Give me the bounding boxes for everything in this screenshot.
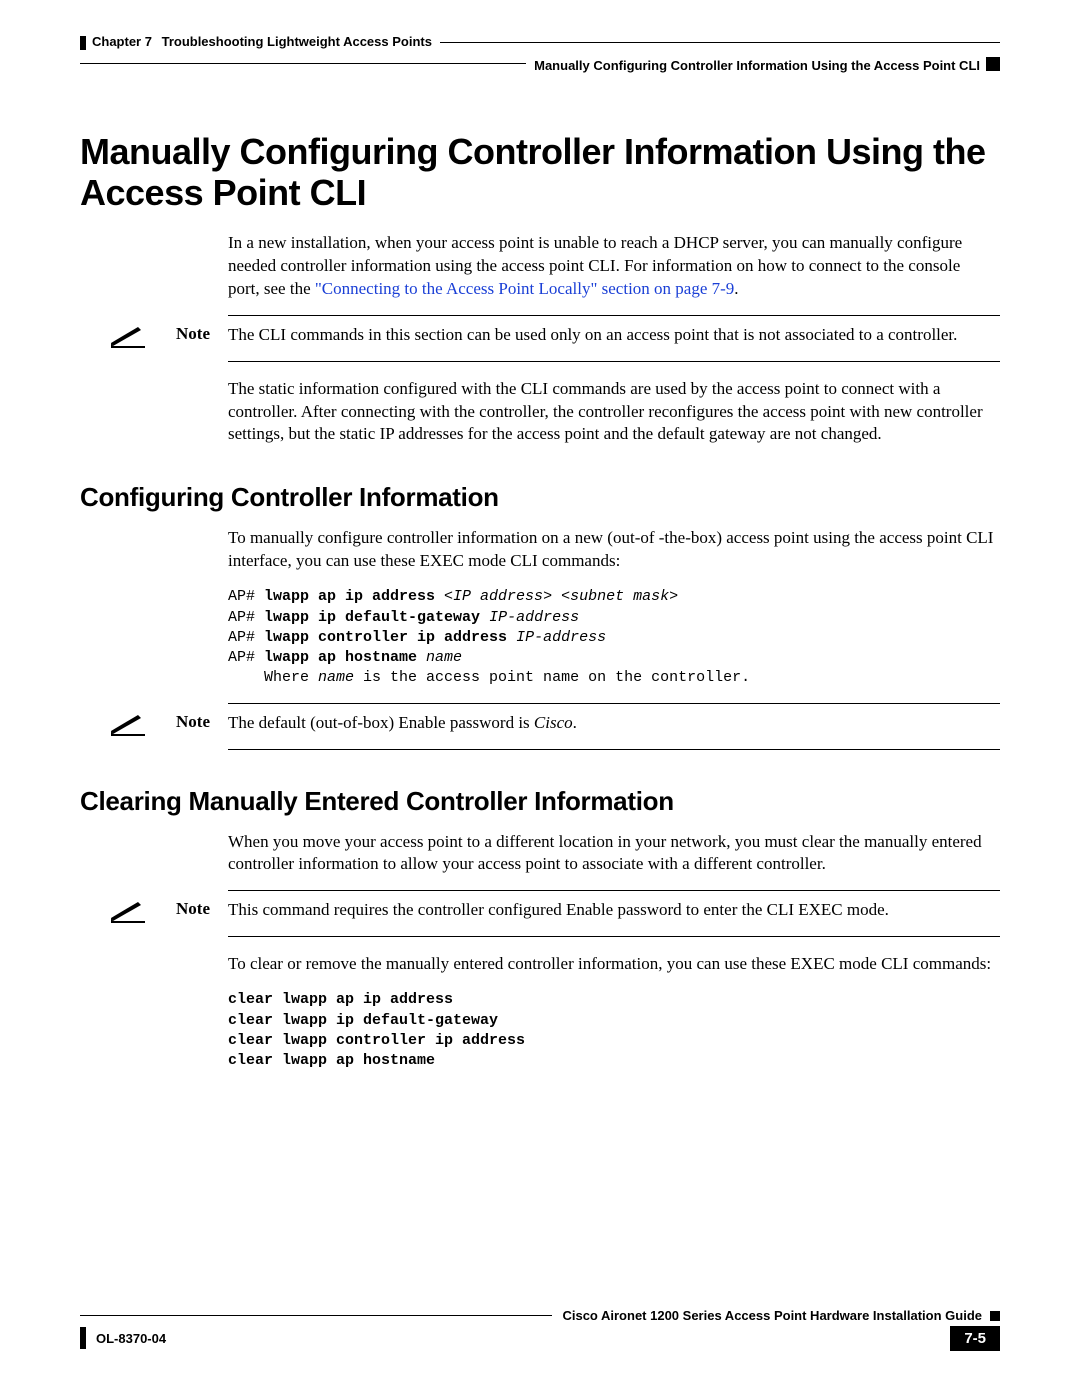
page-number-badge: 7-5 [950,1326,1000,1351]
cli-command: clear lwapp controller ip address [228,1032,525,1049]
footer-guide-title: Cisco Aironet 1200 Series Access Point H… [562,1308,982,1323]
cli-note-b: is the access point name on the controll… [354,669,750,686]
cli-command: lwapp ip default-gateway [264,609,489,626]
cli-block: AP# lwapp ap ip address <IP address> <su… [228,587,1000,688]
cli-arg: <IP address> <subnet mask> [444,588,678,605]
cli-arg: IP-address [489,609,579,626]
footer-doc-number: OL-8370-04 [96,1331,1000,1346]
note-rule-icon [228,936,1000,937]
note-label: Note [176,899,228,919]
note-rule-icon [228,361,1000,362]
page-footer: Cisco Aironet 1200 Series Access Point H… [80,1308,1000,1349]
note-text-a: The default (out-of-box) Enable password… [228,713,534,732]
note-rule-icon [228,890,1000,891]
note-text-b: . [573,713,577,732]
header-rule-icon [440,42,1000,43]
cli-arg: IP-address [516,629,606,646]
footer-left-bar-icon [80,1327,86,1349]
section-heading: Configuring Controller Information [80,482,1000,513]
cli-command: lwapp ap hostname [264,649,426,666]
note-block: Note The CLI commands in this section ca… [80,315,1000,362]
cli-prompt: AP# [228,649,264,666]
note-label: Note [176,324,228,344]
page-title: Manually Configuring Controller Informat… [80,131,1000,214]
note-text: The CLI commands in this section can be … [228,324,1000,347]
header-left-bar-icon [80,36,86,50]
header-right-square-icon [986,57,1000,71]
note-text: This command requires the controller con… [228,899,1000,922]
xref-link[interactable]: "Connecting to the Access Point Locally"… [315,279,734,298]
cli-prompt: AP# [228,588,264,605]
cli-command: clear lwapp ap ip address [228,991,453,1008]
page: Chapter 7 Troubleshooting Lightweight Ac… [0,0,1080,1397]
body-paragraph: When you move your access point to a dif… [228,831,996,877]
footer-rule-icon [80,1315,552,1316]
cli-arg: name [426,649,462,666]
note-pencil-icon [80,899,176,928]
cli-command: lwapp ap ip address [264,588,444,605]
intro-paragraph: In a new installation, when your access … [228,232,996,301]
cli-prompt: AP# [228,629,264,646]
cli-command: clear lwapp ip default-gateway [228,1012,498,1029]
body-paragraph: To manually configure controller informa… [228,527,996,573]
note-pencil-icon [80,712,176,741]
note-rule-icon [228,703,1000,704]
note-text-ital: Cisco [534,713,573,732]
note-label: Note [176,712,228,732]
breadcrumb: Manually Configuring Controller Informat… [534,58,980,73]
footer-square-icon [990,1311,1000,1321]
header-bottom-line: Manually Configuring Controller Informat… [80,54,1000,73]
note-block: Note This command requires the controlle… [80,890,1000,937]
cli-note-i: name [318,669,354,686]
cli-prompt: AP# [228,609,264,626]
note-text: The default (out-of-box) Enable password… [228,712,1000,735]
chapter-number: Chapter 7 [92,34,152,49]
body-paragraph: The static information configured with t… [228,378,996,447]
header-top-line: Chapter 7 Troubleshooting Lightweight Ac… [80,34,1000,51]
cli-note-a: Where [228,669,318,686]
section-heading: Clearing Manually Entered Controller Inf… [80,786,1000,817]
running-header: Chapter 7 Troubleshooting Lightweight Ac… [92,34,432,49]
cli-command: clear lwapp ap hostname [228,1052,435,1069]
note-block: Note The default (out-of-box) Enable pas… [80,703,1000,750]
body-paragraph: To clear or remove the manually entered … [228,953,996,976]
cli-block: clear lwapp ap ip address clear lwapp ip… [228,990,1000,1071]
note-rule-icon [228,315,1000,316]
note-pencil-icon [80,324,176,353]
note-rule-icon [228,749,1000,750]
chapter-title: Troubleshooting Lightweight Access Point… [162,34,432,49]
intro-text-b: . [734,279,738,298]
header-rule-icon [80,63,526,64]
cli-command: lwapp controller ip address [264,629,516,646]
